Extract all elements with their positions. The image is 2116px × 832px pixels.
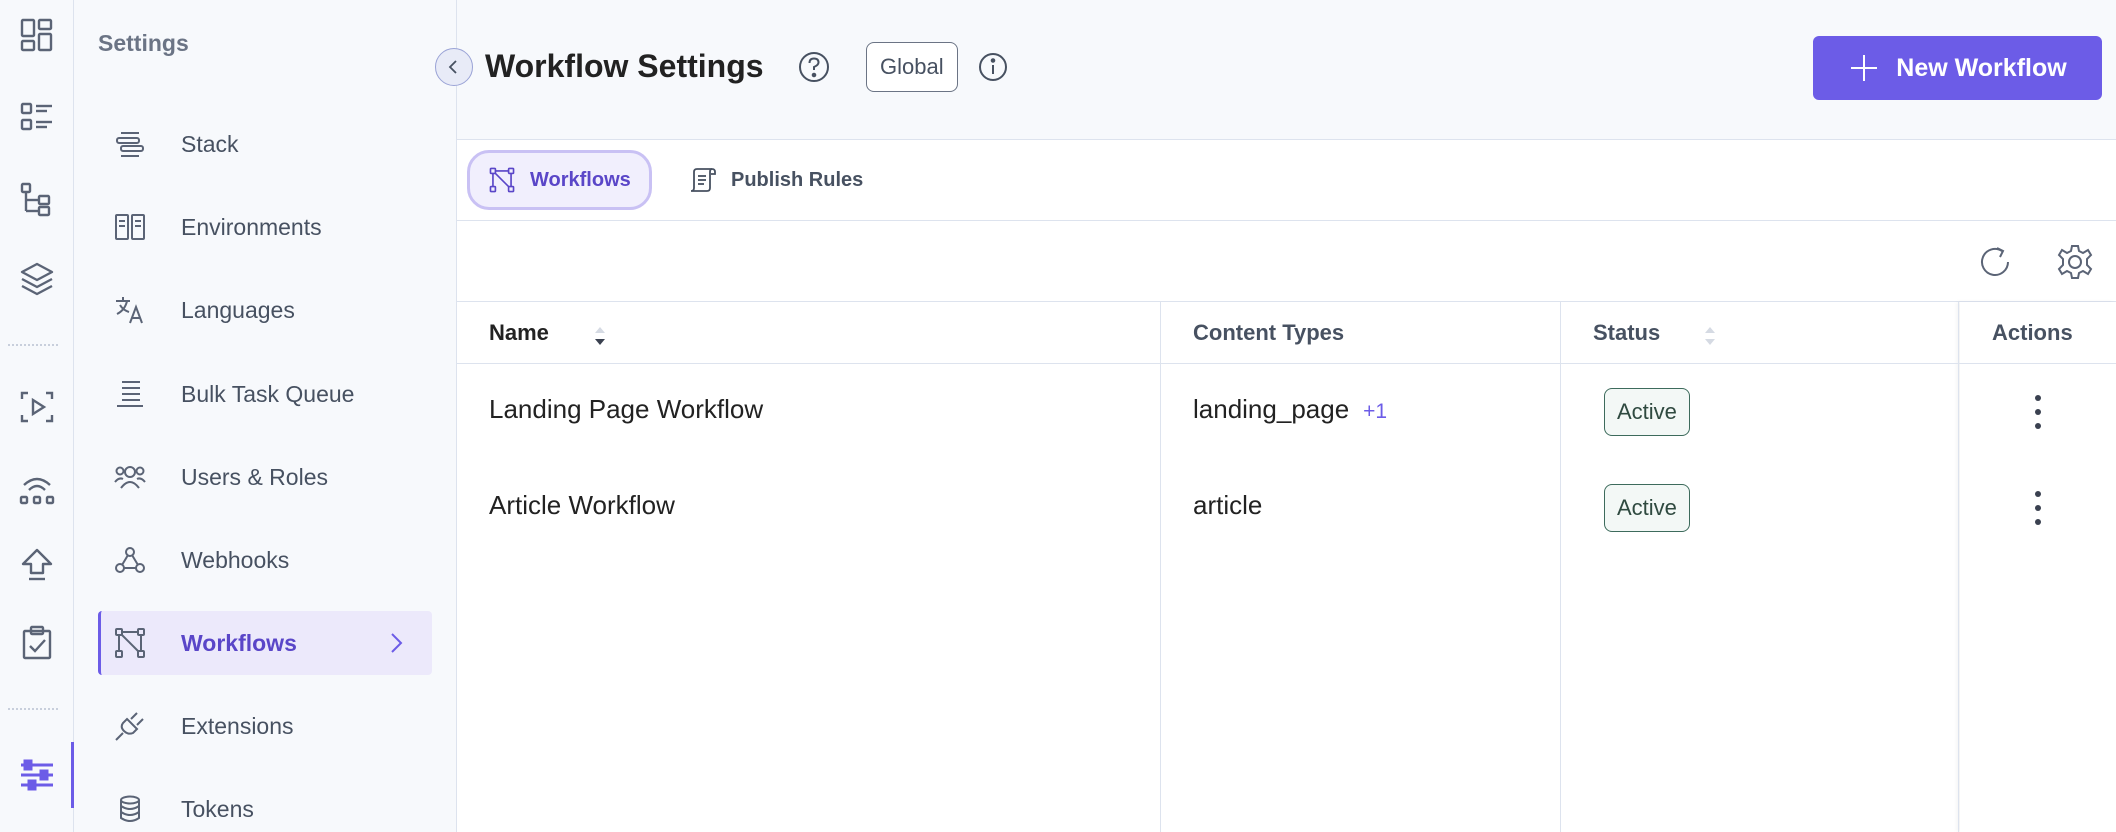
environments-icon bbox=[112, 209, 148, 245]
sidebar-item-tokens[interactable]: Tokens bbox=[98, 777, 432, 832]
new-workflow-button[interactable]: New Workflow bbox=[1813, 36, 2102, 100]
more-vertical-icon[interactable] bbox=[2020, 392, 2056, 432]
workflow-name[interactable]: Landing Page Workflow bbox=[489, 394, 763, 425]
content-types-cell: landing_page +1 bbox=[1193, 394, 1387, 425]
help-icon[interactable] bbox=[797, 50, 831, 84]
rail-divider-2 bbox=[8, 708, 58, 710]
chevron-right-icon bbox=[391, 633, 403, 653]
releases-icon[interactable] bbox=[8, 458, 66, 516]
sidebar-title: Settings bbox=[98, 30, 189, 56]
chevron-left-icon bbox=[448, 60, 457, 74]
sidebar-item-bulk-task-queue[interactable]: Bulk Task Queue bbox=[98, 362, 432, 426]
page-header: Workflow Settings Global New Workflow bbox=[457, 0, 2116, 140]
sidebar-item-label: Extensions bbox=[181, 712, 294, 739]
stack-icon bbox=[112, 126, 148, 162]
status-badge: Active bbox=[1604, 484, 1690, 532]
content-type-value: landing_page bbox=[1193, 394, 1350, 424]
tab-workflows[interactable]: Workflows bbox=[467, 150, 652, 210]
publish-rules-icon bbox=[690, 168, 716, 192]
sidebar-item-users-roles[interactable]: Users & Roles bbox=[98, 445, 432, 509]
scope-badge: Global bbox=[866, 42, 958, 92]
workflows-icon bbox=[489, 167, 515, 193]
column-header-content-types: Content Types bbox=[1193, 320, 1345, 345]
sidebar-item-workflows[interactable]: Workflows bbox=[98, 611, 432, 675]
publish-queue-icon[interactable] bbox=[8, 536, 66, 594]
sidebar-item-label: Users & Roles bbox=[181, 463, 328, 490]
workflows-icon bbox=[112, 625, 148, 661]
new-workflow-label: New Workflow bbox=[1896, 53, 2067, 82]
column-header-status[interactable]: Status bbox=[1593, 320, 1660, 346]
tab-label: Publish Rules bbox=[731, 168, 864, 191]
sidebar-item-label: Stack bbox=[181, 130, 239, 157]
plus-icon bbox=[1851, 55, 1878, 81]
more-content-types-link[interactable]: +1 bbox=[1363, 400, 1387, 423]
sidebar-item-stack[interactable]: Stack bbox=[98, 112, 432, 176]
collapse-sidebar-button[interactable] bbox=[435, 48, 473, 86]
content-list-icon[interactable] bbox=[8, 88, 66, 146]
sort-icon[interactable] bbox=[591, 324, 609, 348]
tab-publish-rules[interactable]: Publish Rules bbox=[671, 150, 881, 210]
status-badge: Active bbox=[1604, 388, 1690, 436]
dashboard-icon[interactable] bbox=[8, 6, 66, 64]
sidebar-item-webhooks[interactable]: Webhooks bbox=[98, 528, 432, 592]
column-header-actions: Actions bbox=[1992, 320, 2073, 345]
sidebar-item-label: Languages bbox=[181, 296, 295, 323]
workflow-name[interactable]: Article Workflow bbox=[489, 490, 675, 521]
languages-icon bbox=[112, 292, 148, 328]
bulk-task-queue-icon bbox=[112, 376, 148, 412]
rail-divider bbox=[8, 344, 58, 346]
table-toolbar bbox=[457, 222, 2116, 302]
tasks-icon[interactable] bbox=[8, 614, 66, 672]
main-content: Workflow Settings Global New Workflow Wo… bbox=[435, 0, 2116, 832]
sidebar-item-label: Webhooks bbox=[181, 546, 290, 573]
users-roles-icon bbox=[112, 459, 148, 495]
icon-rail bbox=[0, 0, 74, 832]
layers-icon[interactable] bbox=[8, 250, 66, 308]
sidebar-item-label: Environments bbox=[181, 213, 322, 240]
table-row[interactable]: Article Workflow article Active bbox=[457, 460, 2116, 556]
more-vertical-icon[interactable] bbox=[2020, 488, 2056, 528]
sidebar-item-label: Workflows bbox=[181, 629, 297, 656]
info-icon[interactable] bbox=[977, 51, 1009, 83]
sidebar-item-label: Tokens bbox=[181, 795, 254, 822]
tokens-icon bbox=[112, 791, 148, 827]
table-header: Name Content Types Status Actions bbox=[457, 302, 2116, 364]
workflows-table: Name Content Types Status Actions Landin… bbox=[457, 302, 2116, 832]
table-row[interactable]: Landing Page Workflow landing_page +1 Act… bbox=[457, 364, 2116, 460]
content-model-icon[interactable] bbox=[8, 170, 66, 228]
extensions-icon bbox=[112, 708, 148, 744]
sidebar-item-languages[interactable]: Languages bbox=[98, 278, 432, 342]
gear-icon[interactable] bbox=[2055, 242, 2095, 282]
sidebar-item-extensions[interactable]: Extensions bbox=[98, 694, 432, 758]
content-type-value: article bbox=[1193, 490, 1263, 520]
tab-label: Workflows bbox=[530, 168, 631, 191]
sort-icon[interactable] bbox=[1701, 324, 1719, 348]
settings-sidebar: Settings Stack Environments Languages Bu… bbox=[74, 0, 457, 832]
tab-bar: Workflows Publish Rules bbox=[457, 141, 2116, 221]
page-title: Workflow Settings bbox=[485, 48, 764, 84]
column-header-name[interactable]: Name bbox=[489, 320, 549, 346]
webhooks-icon bbox=[112, 542, 148, 578]
sidebar-item-label: Bulk Task Queue bbox=[181, 380, 355, 407]
settings-sliders-icon[interactable] bbox=[8, 746, 66, 804]
content-types-cell: article bbox=[1193, 490, 1262, 521]
refresh-icon[interactable] bbox=[1975, 242, 2015, 282]
preview-icon[interactable] bbox=[8, 378, 66, 436]
sidebar-item-environments[interactable]: Environments bbox=[98, 195, 432, 259]
